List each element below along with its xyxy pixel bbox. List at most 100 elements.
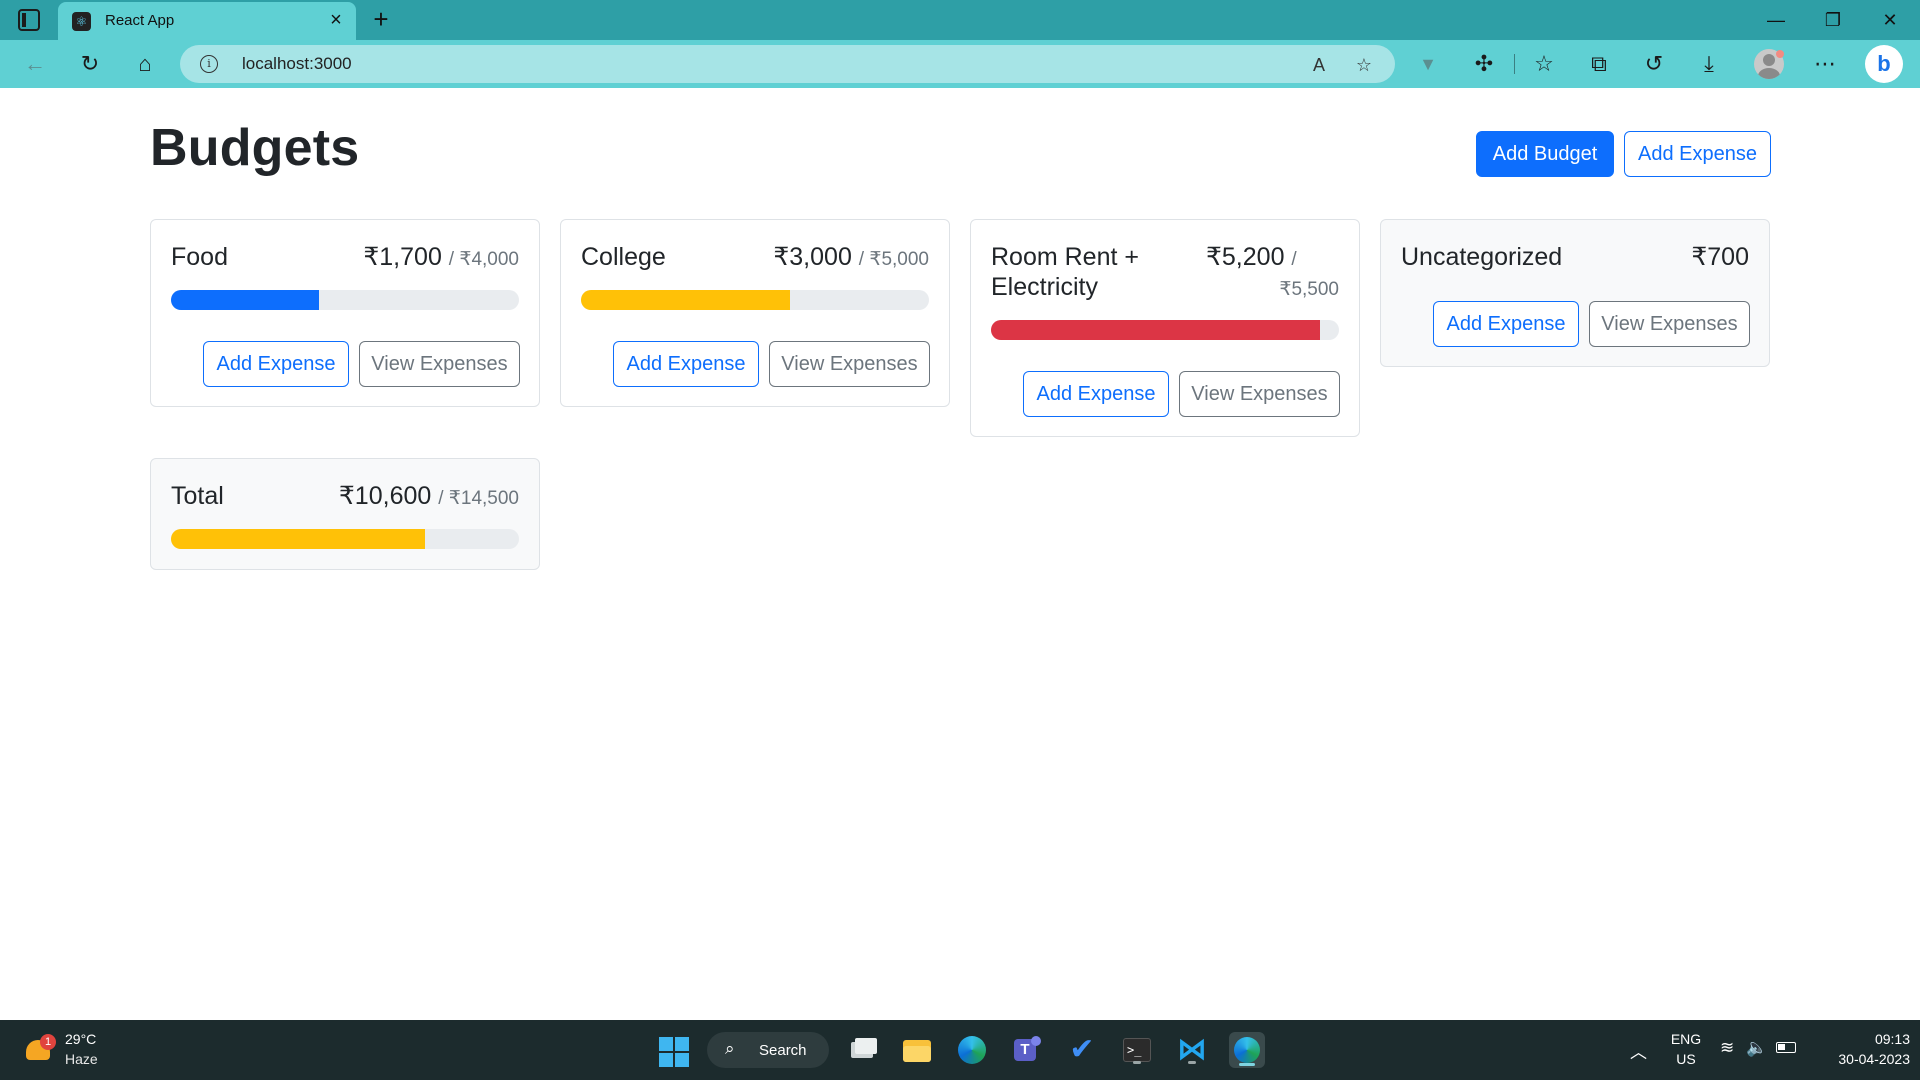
- budget-progress-fill: [581, 290, 790, 310]
- budget-max: ₹5,500: [1279, 279, 1339, 300]
- battery-icon[interactable]: [1776, 1038, 1796, 1053]
- volume-icon[interactable]: 🔈: [1746, 1038, 1767, 1058]
- page-content: Budgets Add Budget Add Expense Food ₹1,7…: [0, 88, 1920, 1020]
- favorites-icon[interactable]: ☆: [1528, 48, 1560, 80]
- total-card: Total ₹10,600 / ₹14,500: [150, 458, 540, 570]
- browser-tab[interactable]: ⚛ React App ×: [58, 2, 356, 40]
- total-name: Total: [171, 482, 224, 510]
- weather-condition[interactable]: Haze: [65, 1051, 98, 1067]
- back-icon[interactable]: ←: [19, 48, 51, 80]
- edge-browser-icon[interactable]: [954, 1032, 990, 1068]
- budget-amount: ₹1,700 / ₹4,000: [363, 242, 519, 275]
- downloads-icon[interactable]: ⤓: [1693, 48, 1725, 80]
- wifi-icon[interactable]: ≋: [1720, 1038, 1734, 1058]
- browser-tab-bar: ⚛ React App × + — ❐ ✕: [0, 0, 1920, 40]
- budget-spent: ₹1,700: [363, 243, 442, 271]
- close-window-icon[interactable]: ✕: [1870, 4, 1910, 36]
- windows-start-icon[interactable]: [659, 1037, 689, 1067]
- total-spent: ₹10,600: [338, 482, 432, 510]
- total-progress-fill: [171, 529, 426, 549]
- card-add-expense-button[interactable]: Add Expense: [1023, 371, 1169, 417]
- card-add-expense-button[interactable]: Add Expense: [1433, 301, 1579, 347]
- edge-active-icon[interactable]: [1229, 1032, 1265, 1068]
- total-max: / ₹14,500: [438, 488, 519, 509]
- budget-progress-bar: [991, 320, 1339, 340]
- card-view-expenses-button[interactable]: View Expenses: [1179, 371, 1340, 417]
- profile-notification-dot: [1776, 50, 1784, 58]
- add-favorite-icon[interactable]: ☆: [1350, 51, 1378, 79]
- budget-progress-bar: [581, 290, 929, 310]
- budget-progress-bar: [171, 290, 519, 310]
- budget-amount: ₹700: [1691, 242, 1749, 272]
- taskbar-search-button[interactable]: ⌕ Search: [707, 1032, 829, 1068]
- budget-progress-fill: [991, 320, 1320, 340]
- language-region[interactable]: US: [1666, 1051, 1706, 1067]
- card-view-expenses-button[interactable]: View Expenses: [359, 341, 520, 387]
- home-icon[interactable]: ⌂: [129, 48, 161, 80]
- budget-amount: ₹5,200 / ₹5,500: [1204, 242, 1339, 305]
- minimize-window-icon[interactable]: —: [1756, 4, 1796, 36]
- refresh-icon[interactable]: ↻: [74, 48, 106, 80]
- budget-card-food: Food ₹1,700 / ₹4,000 Add Expense View Ex…: [150, 219, 540, 407]
- budget-name-line: Room Rent +: [991, 243, 1139, 271]
- restore-window-icon[interactable]: ❐: [1813, 4, 1853, 36]
- extension-v-icon[interactable]: ▼: [1412, 48, 1444, 80]
- card-view-expenses-button[interactable]: View Expenses: [769, 341, 930, 387]
- address-bar[interactable]: i localhost:3000 A ☆: [180, 45, 1395, 83]
- terminal-icon[interactable]: >_: [1119, 1032, 1155, 1068]
- tab-title: React App: [105, 12, 175, 29]
- budget-amount: ₹3,000 / ₹5,000: [773, 242, 929, 275]
- budget-card-college: College ₹3,000 / ₹5,000 Add Expense View…: [560, 219, 950, 407]
- browser-toolbar: ← ↻ ⌂ i localhost:3000 A ☆ ▼ ✣ ☆ ⧉ ↺ ⤓ ⋯…: [0, 40, 1920, 88]
- taskbar-search-label: Search: [759, 1042, 807, 1059]
- add-budget-button[interactable]: Add Budget: [1476, 131, 1614, 177]
- task-view-icon[interactable]: [845, 1032, 881, 1068]
- budget-name: Food: [171, 243, 228, 271]
- card-add-expense-button[interactable]: Add Expense: [613, 341, 759, 387]
- budget-max-slash: /: [1291, 249, 1297, 270]
- language-indicator[interactable]: ENG: [1666, 1031, 1706, 1047]
- budget-max: / ₹5,000: [858, 249, 929, 270]
- budget-spent: ₹5,200: [1206, 243, 1285, 271]
- page-title: Budgets: [150, 119, 360, 177]
- search-icon: ⌕: [725, 1039, 735, 1058]
- clock-time[interactable]: 09:13: [1810, 1031, 1910, 1047]
- budget-name: Room Rent + Electricity: [991, 242, 1139, 302]
- budget-card-room-rent: Room Rent + Electricity ₹5,200 / ₹5,500 …: [970, 219, 1360, 437]
- budget-name: College: [581, 243, 666, 271]
- extensions-icon[interactable]: ✣: [1468, 48, 1500, 80]
- toolbar-divider: [1514, 54, 1515, 74]
- url-text[interactable]: localhost:3000: [242, 54, 352, 74]
- budget-card-uncategorized: Uncategorized ₹700 Add Expense View Expe…: [1380, 219, 1770, 367]
- windows-taskbar: 1 29°C Haze ⌕ Search T ✔ >_ ⋈ ︿ ENG US ≋…: [0, 1020, 1920, 1080]
- site-info-icon[interactable]: i: [200, 55, 218, 73]
- card-view-expenses-button[interactable]: View Expenses: [1589, 301, 1750, 347]
- add-expense-button[interactable]: Add Expense: [1624, 131, 1771, 177]
- weather-widget-icon[interactable]: 1: [26, 1034, 56, 1062]
- teams-icon[interactable]: T: [1009, 1032, 1045, 1068]
- vscode-icon[interactable]: ⋈: [1174, 1032, 1210, 1068]
- show-hidden-icons-icon[interactable]: ︿: [1630, 1038, 1647, 1063]
- read-aloud-icon[interactable]: A: [1305, 51, 1333, 79]
- collections-icon[interactable]: ⧉: [1583, 48, 1615, 80]
- budget-max: / ₹4,000: [448, 249, 519, 270]
- budget-spent: ₹3,000: [773, 243, 852, 271]
- budget-name-line: Electricity: [991, 273, 1098, 301]
- react-favicon-icon: ⚛: [72, 12, 91, 31]
- weather-temperature[interactable]: 29°C: [65, 1031, 96, 1047]
- card-add-expense-button[interactable]: Add Expense: [203, 341, 349, 387]
- close-tab-icon[interactable]: ×: [324, 8, 348, 32]
- file-explorer-icon[interactable]: [899, 1032, 935, 1068]
- budget-spent: ₹700: [1691, 243, 1749, 271]
- workspaces-icon[interactable]: [18, 9, 40, 31]
- clock-date[interactable]: 30-04-2023: [1810, 1051, 1910, 1067]
- weather-badge: 1: [40, 1034, 56, 1050]
- bing-copilot-icon[interactable]: b: [1865, 45, 1903, 83]
- more-options-icon[interactable]: ⋯: [1809, 48, 1841, 80]
- new-tab-icon[interactable]: +: [366, 4, 396, 34]
- total-progress-bar: [171, 529, 519, 549]
- history-icon[interactable]: ↺: [1638, 48, 1670, 80]
- budget-progress-fill: [171, 290, 319, 310]
- todo-icon[interactable]: ✔: [1064, 1032, 1100, 1068]
- budget-name: Uncategorized: [1401, 243, 1563, 271]
